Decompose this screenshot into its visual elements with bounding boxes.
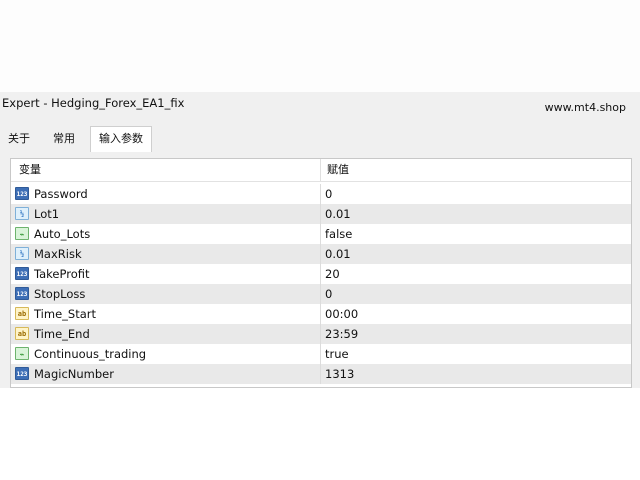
cell-divider [320,204,321,224]
dialog-title: Expert - Hedging_Forex_EA1_fix [2,96,185,110]
param-value[interactable]: 0.01 [325,204,351,224]
param-value[interactable]: false [325,224,352,244]
expert-properties-dialog: Expert - Hedging_Forex_EA1_fix www.mt4.s… [0,92,640,388]
inputs-grid: 变量 赋值 123 Password 0 ½ Lot1 0.01 ⌁ Auto_… [10,158,632,388]
column-divider[interactable] [320,159,321,181]
param-value[interactable]: 20 [325,264,340,284]
param-name: Password [34,187,88,201]
tab-about[interactable]: 关于 [2,128,36,150]
cell-divider [320,244,321,264]
param-value[interactable]: 0 [325,284,332,304]
table-row[interactable]: 123 StopLoss 0 [11,284,631,304]
table-row[interactable]: ⌁ Auto_Lots false [11,224,631,244]
param-value[interactable]: 0.01 [325,244,351,264]
tab-inputs[interactable]: 输入参数 [90,126,152,152]
column-header-value[interactable]: 赋值 [327,159,349,181]
grid-header: 变量 赋值 [11,159,631,182]
table-row[interactable]: ⌁ Continuous_trading true [11,344,631,364]
param-name: Time_End [34,327,90,341]
table-row[interactable]: ½ MaxRisk 0.01 [11,244,631,264]
param-name: MaxRisk [34,247,82,261]
int-icon: 123 [15,367,29,380]
int-icon: 123 [15,187,29,200]
string-icon: ab [15,307,29,320]
empty-top-area [0,0,640,92]
cell-divider [320,344,321,364]
param-name: MagicNumber [34,367,114,381]
cell-divider [320,324,321,344]
column-header-variable[interactable]: 变量 [19,159,41,181]
cell-divider [320,304,321,324]
string-icon: ab [15,327,29,340]
grid-rows: 123 Password 0 ½ Lot1 0.01 ⌁ Auto_Lots f… [11,184,631,384]
tab-bar: 关于 常用 输入参数 [0,126,640,152]
double-icon: ½ [15,207,29,220]
param-name: StopLoss [34,287,86,301]
bool-icon: ⌁ [15,227,29,240]
table-row[interactable]: ½ Lot1 0.01 [11,204,631,224]
param-value[interactable]: 0 [325,184,332,204]
param-name: Time_Start [34,307,96,321]
cell-divider [320,224,321,244]
param-value[interactable]: true [325,344,349,364]
param-name: TakeProfit [34,267,90,281]
cell-divider [320,284,321,304]
param-value[interactable]: 1313 [325,364,354,384]
cell-divider [320,364,321,384]
bool-icon: ⌁ [15,347,29,360]
cell-divider [320,184,321,204]
cell-divider [320,264,321,284]
watermark-text: www.mt4.shop [544,101,626,114]
param-name: Lot1 [34,207,60,221]
double-icon: ½ [15,247,29,260]
table-row[interactable]: ab Time_Start 00:00 [11,304,631,324]
param-name: Continuous_trading [34,347,147,361]
param-value[interactable]: 23:59 [325,324,358,344]
tab-common[interactable]: 常用 [46,128,82,150]
int-icon: 123 [15,267,29,280]
table-row[interactable]: 123 MagicNumber 1313 [11,364,631,384]
table-row[interactable]: ab Time_End 23:59 [11,324,631,344]
table-row[interactable]: 123 Password 0 [11,184,631,204]
param-value[interactable]: 00:00 [325,304,358,324]
int-icon: 123 [15,287,29,300]
param-name: Auto_Lots [34,227,91,241]
table-row[interactable]: 123 TakeProfit 20 [11,264,631,284]
